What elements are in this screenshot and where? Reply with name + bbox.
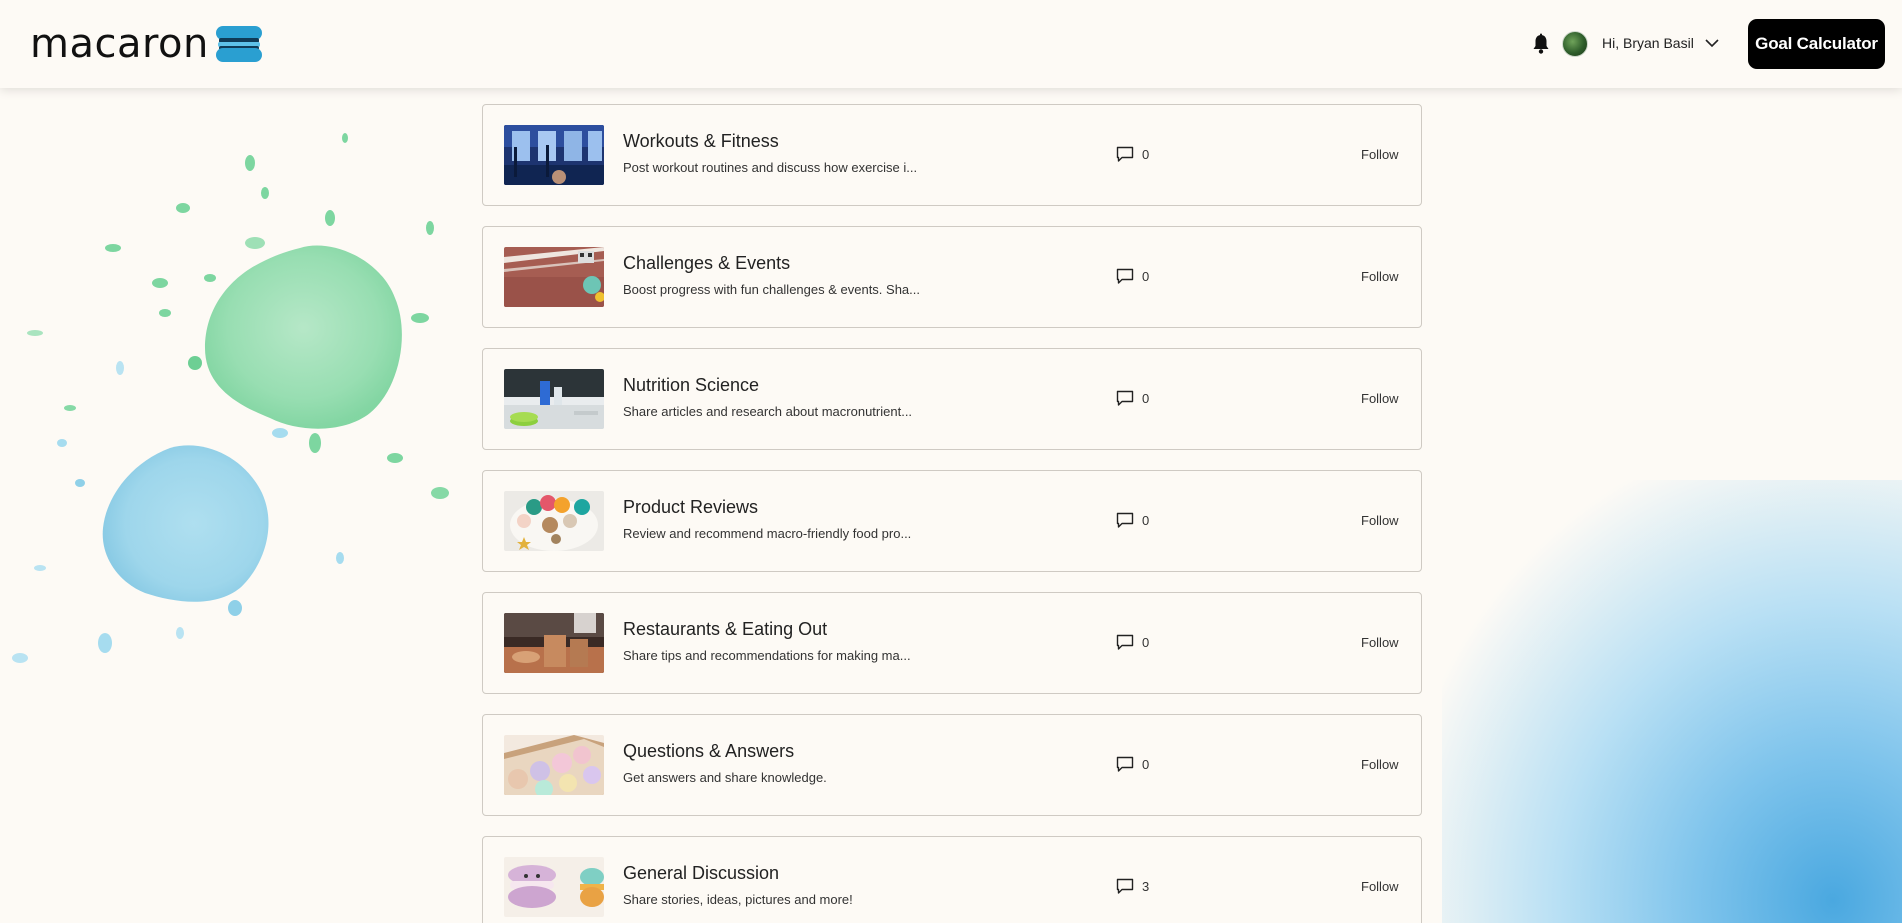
- user-avatar[interactable]: [1562, 31, 1588, 57]
- page: macaron Hi, Bryan Basil Goal Calculator: [0, 0, 1902, 923]
- comment-count-value: 3: [1142, 878, 1150, 894]
- forum-title[interactable]: Challenges & Events: [623, 252, 790, 274]
- forum-description: Boost progress with fun challenges & eve…: [623, 282, 921, 297]
- macaron-logo-icon: [215, 26, 262, 62]
- comment-count-value: 0: [1142, 146, 1150, 162]
- forum-card[interactable]: Questions & Answers Get answers and shar…: [482, 714, 1422, 816]
- follow-button[interactable]: Follow: [1361, 513, 1399, 529]
- watercolor-splash-decoration: [12, 133, 449, 663]
- comment-icon: [1116, 634, 1134, 650]
- forum-description: Review and recommend macro-friendly food…: [623, 526, 912, 541]
- background-gradient-decoration: [1442, 480, 1902, 923]
- forum-card[interactable]: Restaurants & Eating Out Share tips and …: [482, 592, 1422, 694]
- forum-category-list: Workouts & Fitness Post workout routines…: [482, 104, 1422, 923]
- comment-icon: [1116, 268, 1134, 284]
- comment-count-value: 0: [1142, 512, 1150, 528]
- follow-button[interactable]: Follow: [1361, 391, 1399, 407]
- comment-icon: [1116, 512, 1134, 528]
- forum-description: Share tips and recommendations for makin…: [623, 648, 911, 663]
- comment-count: 0: [1116, 146, 1149, 163]
- follow-button[interactable]: Follow: [1361, 269, 1399, 285]
- forum-description: Post workout routines and discuss how ex…: [623, 160, 918, 175]
- lab-thumbnail: [504, 369, 604, 429]
- forum-card[interactable]: Nutrition Science Share articles and res…: [482, 348, 1422, 450]
- user-greeting[interactable]: Hi, Bryan Basil: [1602, 34, 1694, 52]
- comment-icon: [1116, 390, 1134, 406]
- comment-count: 0: [1116, 390, 1149, 407]
- forum-title[interactable]: Product Reviews: [623, 496, 758, 518]
- question-macarons-thumbnail: [504, 735, 604, 795]
- comment-icon: [1116, 146, 1134, 162]
- forum-description: Get answers and share knowledge.: [623, 770, 827, 785]
- follow-button[interactable]: Follow: [1361, 147, 1399, 163]
- comment-count: 3: [1116, 878, 1149, 895]
- gym-thumbnail: [504, 125, 604, 185]
- comment-icon: [1116, 878, 1134, 894]
- comment-count: 0: [1116, 634, 1149, 651]
- comment-icon: [1116, 756, 1134, 772]
- forum-card[interactable]: Challenges & Events Boost progress with …: [482, 226, 1422, 328]
- comment-count: 0: [1116, 512, 1149, 529]
- comment-count-value: 0: [1142, 634, 1150, 650]
- macaron-plate-thumbnail: [504, 491, 604, 551]
- comment-count-value: 0: [1142, 390, 1150, 406]
- forum-card[interactable]: General Discussion Share stories, ideas,…: [482, 836, 1422, 923]
- comment-count-value: 0: [1142, 756, 1150, 772]
- forum-card[interactable]: Product Reviews Review and recommend mac…: [482, 470, 1422, 572]
- chevron-down-icon[interactable]: [1704, 37, 1720, 49]
- site-logo[interactable]: macaron: [30, 18, 263, 70]
- running-track-thumbnail: [504, 247, 604, 307]
- forum-description: Share stories, ideas, pictures and more!: [623, 892, 853, 907]
- forum-card[interactable]: Workouts & Fitness Post workout routines…: [482, 104, 1422, 206]
- follow-button[interactable]: Follow: [1361, 757, 1399, 773]
- forum-description: Share articles and research about macron…: [623, 404, 913, 419]
- forum-title[interactable]: Nutrition Science: [623, 374, 759, 396]
- forum-title[interactable]: Restaurants & Eating Out: [623, 618, 827, 640]
- top-header: macaron Hi, Bryan Basil Goal Calculator: [0, 0, 1902, 88]
- bell-icon[interactable]: [1531, 33, 1551, 55]
- follow-button[interactable]: Follow: [1361, 635, 1399, 651]
- comment-count-value: 0: [1142, 268, 1150, 284]
- goal-calculator-button[interactable]: Goal Calculator: [1748, 19, 1885, 69]
- comment-count: 0: [1116, 268, 1149, 285]
- forum-title[interactable]: General Discussion: [623, 862, 779, 884]
- macaron-characters-thumbnail: [504, 857, 604, 917]
- forum-title[interactable]: Questions & Answers: [623, 740, 794, 762]
- follow-button[interactable]: Follow: [1361, 879, 1399, 895]
- comment-count: 0: [1116, 756, 1149, 773]
- forum-title[interactable]: Workouts & Fitness: [623, 130, 779, 152]
- logo-text: macaron: [30, 21, 209, 67]
- takeout-bags-thumbnail: [504, 613, 604, 673]
